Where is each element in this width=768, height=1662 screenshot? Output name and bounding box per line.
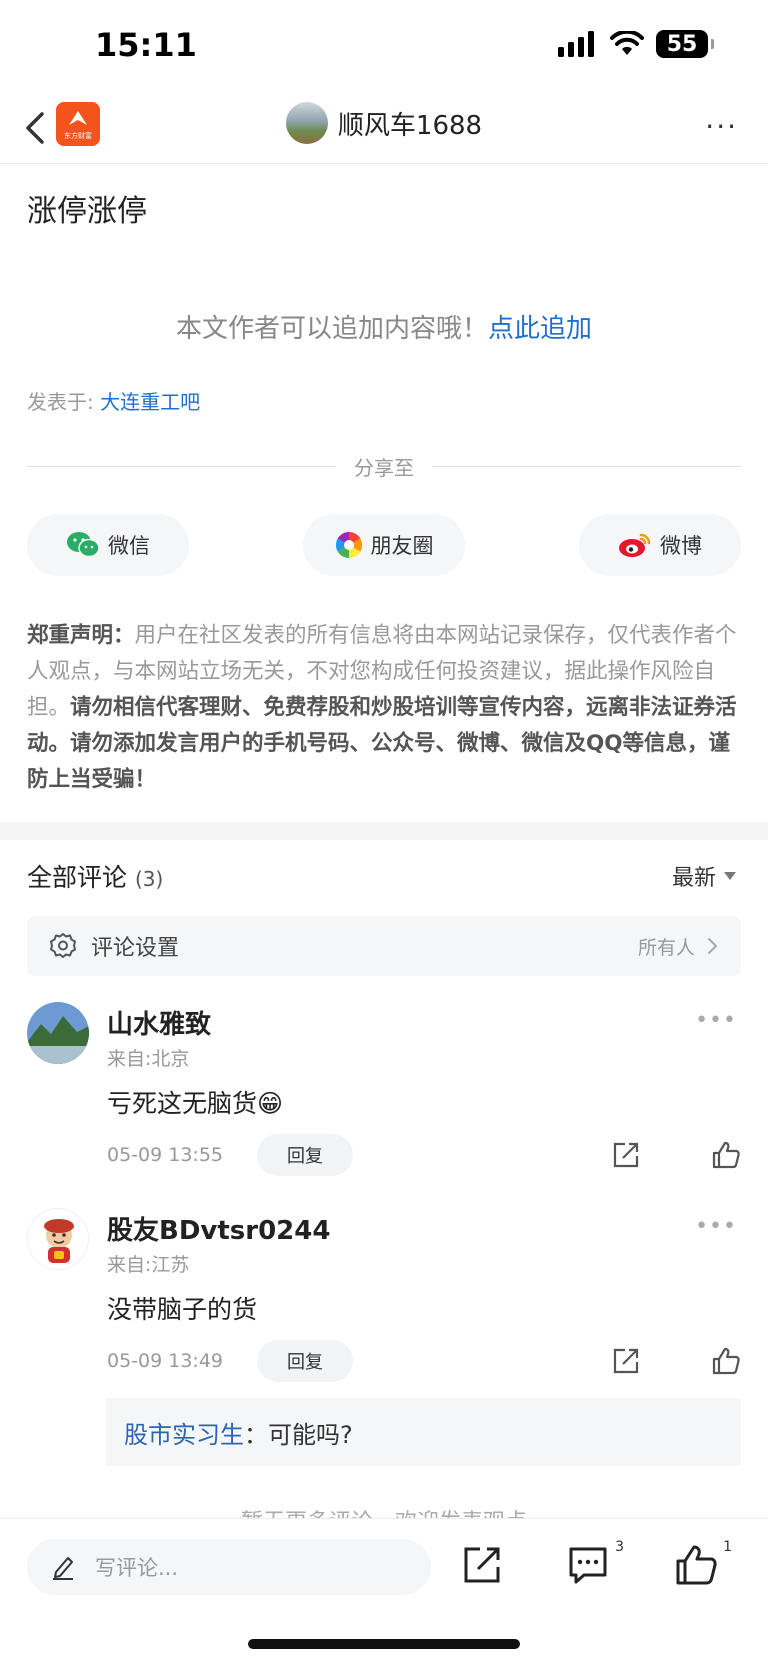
append-text: 本文作者可以追加内容哦！ <box>175 314 488 344</box>
section-gap <box>0 822 768 840</box>
wechat-icon <box>67 532 100 558</box>
status-bar: 15:11 55 <box>0 0 768 90</box>
pencil-icon <box>53 1557 73 1580</box>
reply-button[interactable]: 回复 <box>257 1134 353 1176</box>
chevron-right-icon <box>708 938 717 954</box>
write-comment-placeholder: 写评论... <box>95 1556 179 1580</box>
comment-more-icon[interactable]: ••• <box>695 1008 737 1033</box>
caret-down-icon <box>724 872 736 880</box>
comment-meta: 05-09 13:49 回复 <box>107 1340 741 1382</box>
divider-line <box>432 466 741 467</box>
comments-title: 全部评论 <box>27 863 128 892</box>
comments-count: (3) <box>134 867 164 891</box>
comment-text: 亏死这无脑货😁 <box>107 1089 284 1118</box>
comment-time: 05-09 13:49 <box>107 1350 224 1372</box>
moments-icon <box>335 531 362 559</box>
thumbs-up-icon[interactable] <box>711 1346 741 1376</box>
share-wechat-label: 微信 <box>108 534 150 558</box>
comment-location: 来自:江苏 <box>107 1254 190 1276</box>
divider-line <box>27 466 336 467</box>
comment-more-icon[interactable]: ••• <box>695 1214 737 1239</box>
sub-reply-separator: ： <box>244 1420 268 1449</box>
share-weibo-button[interactable]: 微博 <box>579 514 741 576</box>
like-count-badge: 1 <box>723 1539 732 1555</box>
sub-reply-user[interactable]: 股市实习生 <box>124 1415 244 1450</box>
disclaimer-bold: 请勿相信代客理财、免费荐股和炒股培训等宣传内容，远离非法证券活动。请勿添加发言用… <box>27 695 737 792</box>
reply-button[interactable]: 回复 <box>257 1340 353 1382</box>
share-wechat-button[interactable]: 微信 <box>27 514 189 576</box>
author-name[interactable]: 顺风车1688 <box>338 105 482 142</box>
more-icon[interactable]: ··· <box>705 110 738 143</box>
share-options: 微信 朋友圈 微博 <box>27 514 741 576</box>
post-title: 涨停涨停 <box>27 194 147 229</box>
comments-heading: 全部评论 (3) <box>27 858 163 894</box>
comment-actions <box>611 1140 741 1170</box>
comment-icon <box>569 1547 607 1584</box>
status-icons: 55 <box>558 30 714 58</box>
nav-bar: 东方财富 顺风车1688 ··· <box>0 90 768 164</box>
like-button[interactable]: 1 <box>674 1539 732 1587</box>
comment-item: 股友BDvtsr0244 来自:江苏 ••• 没带脑子的货 05-09 13:4… <box>27 1208 741 1388</box>
comment-author[interactable]: 股友BDvtsr0244 <box>107 1210 330 1247</box>
comment-actions <box>611 1346 741 1376</box>
disclaimer: 郑重声明：用户在社区发表的所有信息将由本网站记录保存，仅代表作者个人观点，与本网… <box>27 618 741 798</box>
share-weibo-label: 微博 <box>660 534 702 558</box>
comment-time: 05-09 13:55 <box>107 1144 224 1166</box>
write-comment-input[interactable]: 写评论... <box>27 1539 431 1595</box>
thumbs-up-icon[interactable] <box>711 1140 741 1170</box>
append-link[interactable]: 点此追加 <box>488 314 592 344</box>
avatar[interactable] <box>27 1208 89 1270</box>
landscape-avatar-image <box>27 1002 89 1064</box>
thumbs-up-icon <box>676 1545 717 1585</box>
avatar[interactable] <box>27 1002 89 1064</box>
weibo-icon <box>619 533 651 557</box>
share-heading: 分享至 <box>354 456 414 480</box>
board-link[interactable]: 大连重工吧 <box>100 390 200 414</box>
signal-icon <box>558 31 594 57</box>
comment-author[interactable]: 山水雅致 <box>107 1004 211 1041</box>
disclaimer-label: 郑重声明： <box>27 623 135 648</box>
append-prompt: 本文作者可以追加内容哦！点此追加 <box>0 308 768 345</box>
comment-meta: 05-09 13:55 回复 <box>107 1134 741 1176</box>
comments-button[interactable]: 3 <box>566 1539 624 1587</box>
posted-in: 发表于: 大连重工吧 <box>27 386 200 415</box>
battery-icon: 55 <box>656 30 714 58</box>
nav-author[interactable]: 顺风车1688 <box>0 102 768 144</box>
comment-count-badge: 3 <box>615 1539 624 1555</box>
wifi-icon <box>610 31 644 55</box>
mascot-avatar-image <box>28 1209 88 1269</box>
sub-reply-text: 可能吗? <box>268 1420 353 1449</box>
share-post-button[interactable] <box>460 1543 504 1587</box>
posted-prefix: 发表于: <box>27 390 101 414</box>
share-icon <box>464 1547 500 1583</box>
sort-dropdown[interactable]: 最新 <box>672 860 736 892</box>
author-avatar[interactable] <box>285 102 328 144</box>
gear-icon <box>50 933 76 958</box>
sub-reply[interactable]: 股市实习生 ： 可能吗? <box>106 1398 741 1466</box>
home-indicator <box>248 1639 520 1649</box>
share-moments-label: 朋友圈 <box>370 534 434 558</box>
comment-settings-row[interactable]: 评论设置 所有人 <box>27 916 741 976</box>
share-divider: 分享至 <box>27 452 741 481</box>
settings-label: 评论设置 <box>91 936 180 961</box>
comment-text: 没带脑子的货 <box>107 1295 258 1324</box>
bottom-bar: 写评论... 3 1 <box>0 1518 768 1662</box>
comment-location: 来自:北京 <box>107 1048 190 1070</box>
status-time: 15:11 <box>95 26 197 64</box>
share-icon[interactable] <box>611 1140 641 1170</box>
sort-label: 最新 <box>671 866 716 891</box>
settings-value: 所有人 <box>637 936 695 959</box>
share-icon[interactable] <box>611 1346 641 1376</box>
comment-item: 山水雅致 来自:北京 ••• 亏死这无脑货😁 05-09 13:55 回复 <box>27 1002 741 1182</box>
share-moments-button[interactable]: 朋友圈 <box>303 514 465 576</box>
